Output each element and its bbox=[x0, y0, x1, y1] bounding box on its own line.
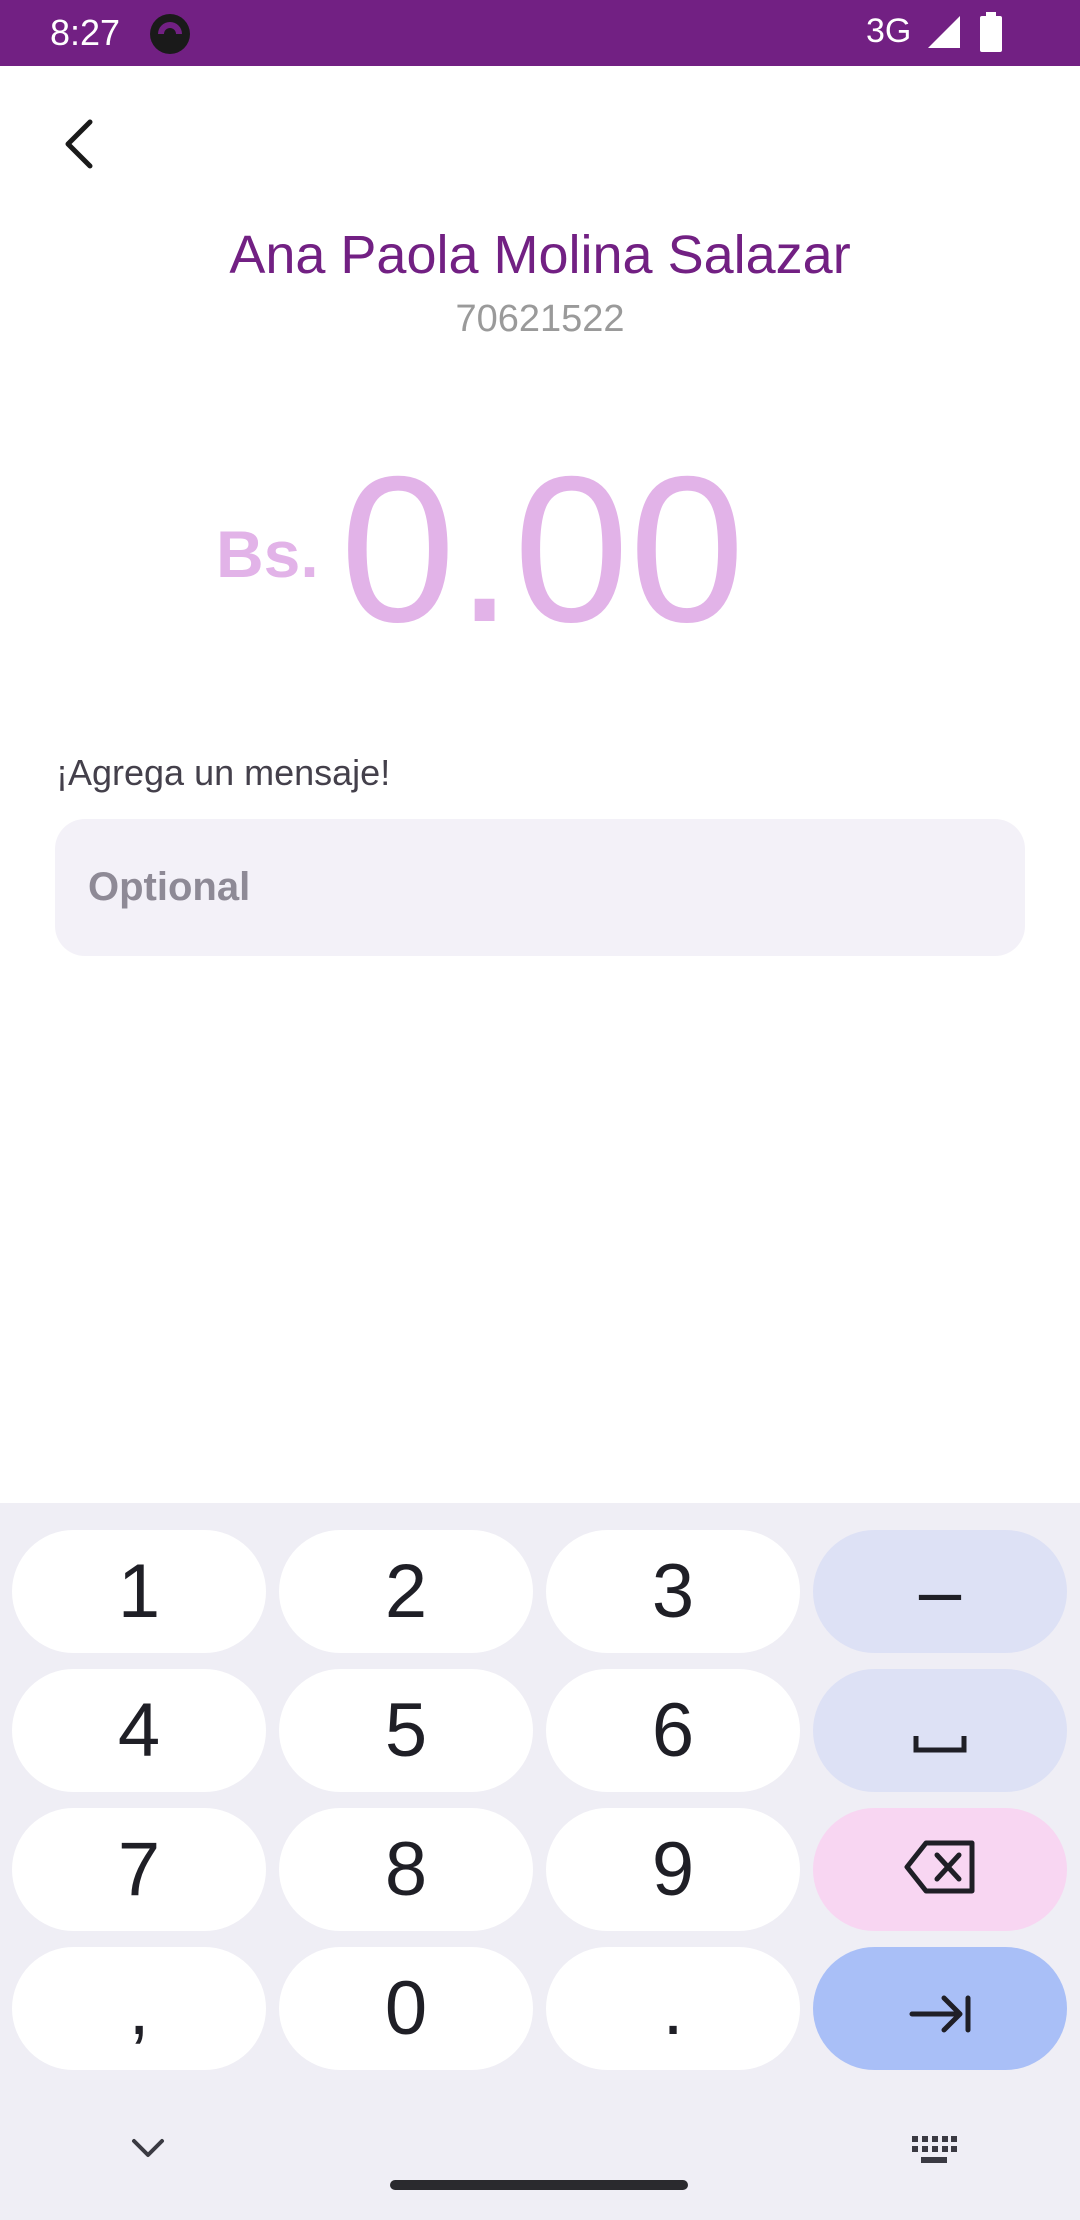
status-time: 8:27 bbox=[50, 12, 121, 53]
key-next[interactable] bbox=[813, 1947, 1067, 2070]
key-minus[interactable]: – bbox=[813, 1530, 1067, 1653]
key-3[interactable]: 3 bbox=[546, 1530, 800, 1653]
chevron-down-icon bbox=[130, 2137, 166, 2164]
backspace-icon bbox=[904, 1826, 976, 1913]
key-5[interactable]: 5 bbox=[279, 1669, 533, 1792]
key-8[interactable]: 8 bbox=[279, 1808, 533, 1931]
contact-name: Ana Paola Molina Salazar bbox=[229, 225, 851, 285]
home-indicator[interactable] bbox=[390, 2180, 688, 2190]
switch-keyboard-button[interactable] bbox=[906, 2124, 962, 2180]
space-icon bbox=[912, 1687, 968, 1774]
key-1[interactable]: 1 bbox=[12, 1530, 266, 1653]
key-period[interactable]: . bbox=[546, 1947, 800, 2070]
amount-value: 0.00 bbox=[340, 434, 745, 666]
key-4[interactable]: 4 bbox=[12, 1669, 266, 1792]
contact-phone: 70621522 bbox=[455, 298, 625, 340]
currency-label: Bs. bbox=[216, 517, 319, 591]
key-2[interactable]: 2 bbox=[279, 1530, 533, 1653]
battery-icon bbox=[978, 12, 1004, 52]
key-comma[interactable]: , bbox=[12, 1947, 266, 2070]
key-backspace[interactable] bbox=[813, 1808, 1067, 1931]
numeric-keyboard: 1 2 3 – 4 5 6 7 8 9 , 0 . bbox=[0, 1503, 1080, 2220]
back-button[interactable] bbox=[40, 106, 120, 186]
app-notification-icon bbox=[148, 12, 192, 56]
message-label: ¡Agrega un mensaje! bbox=[56, 752, 391, 793]
key-0[interactable]: 0 bbox=[279, 1947, 533, 2070]
network-type: 3G bbox=[866, 12, 912, 50]
key-space[interactable] bbox=[813, 1669, 1067, 1792]
back-arrow-icon bbox=[60, 118, 100, 175]
key-7[interactable]: 7 bbox=[12, 1808, 266, 1931]
keyboard-icon bbox=[911, 2135, 957, 2170]
signal-icon bbox=[926, 14, 962, 50]
key-6[interactable]: 6 bbox=[546, 1669, 800, 1792]
hide-keyboard-button[interactable] bbox=[120, 2120, 176, 2180]
message-input[interactable] bbox=[55, 819, 1025, 956]
tab-arrow-icon bbox=[908, 1965, 972, 2052]
status-bar: 8:27 3G bbox=[0, 0, 1080, 66]
key-9[interactable]: 9 bbox=[546, 1808, 800, 1931]
amount-display[interactable]: Bs. 0.00 bbox=[0, 440, 1080, 660]
